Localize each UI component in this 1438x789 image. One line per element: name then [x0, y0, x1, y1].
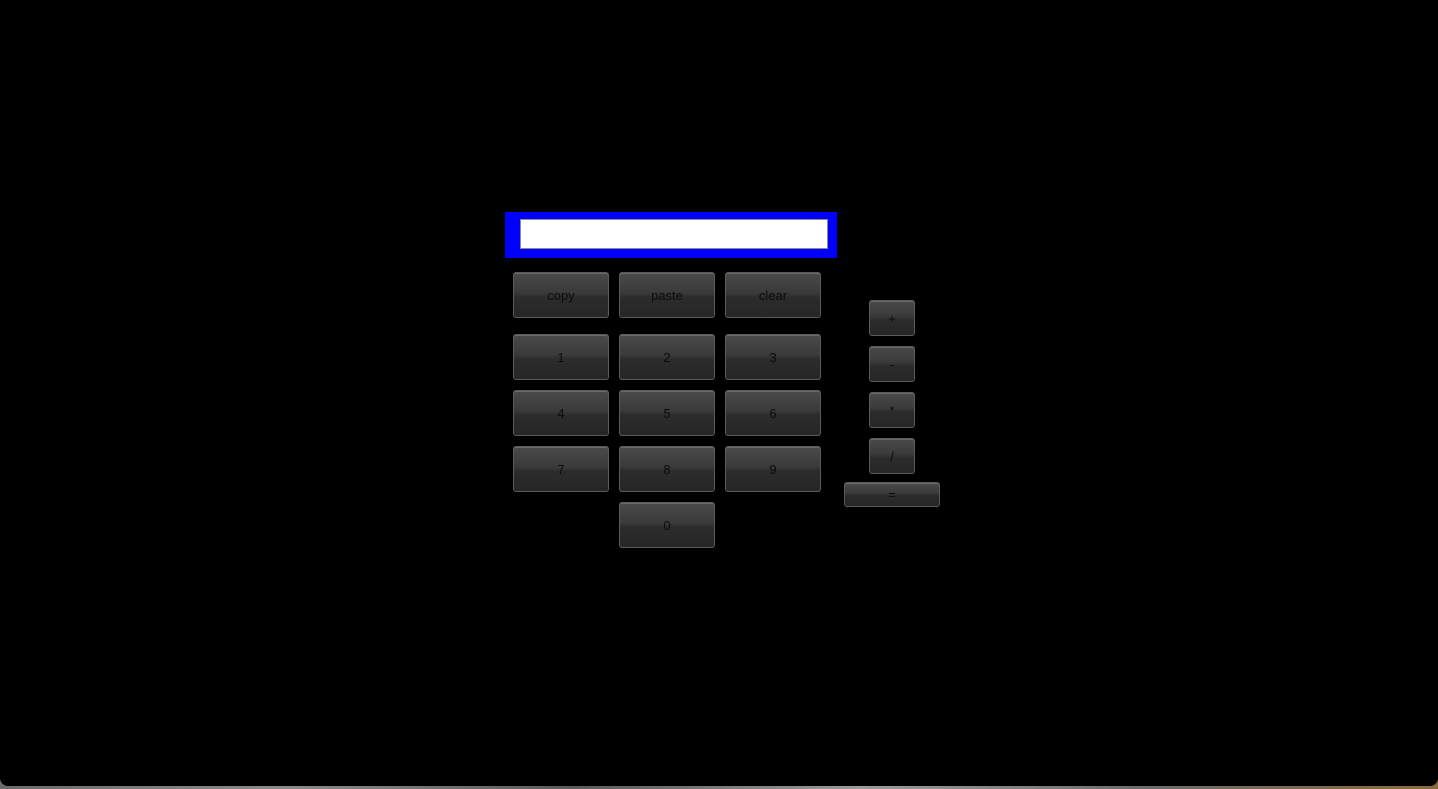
digit-6-button[interactable]: 6	[725, 390, 821, 436]
divide-button[interactable]: /	[869, 438, 915, 474]
minus-button[interactable]: -	[869, 346, 915, 382]
digit-9-button[interactable]: 9	[725, 446, 821, 492]
digit-5-button[interactable]: 5	[619, 390, 715, 436]
plus-button[interactable]: +	[869, 300, 915, 336]
paste-button[interactable]: paste	[619, 272, 715, 318]
copy-button[interactable]: copy	[513, 272, 609, 318]
digit-4-button[interactable]: 4	[513, 390, 609, 436]
clear-button[interactable]: clear	[725, 272, 821, 318]
digit-3-button[interactable]: 3	[725, 334, 821, 380]
digit-8-button[interactable]: 8	[619, 446, 715, 492]
digit-2-button[interactable]: 2	[619, 334, 715, 380]
display-frame	[505, 212, 837, 258]
equals-button[interactable]: =	[844, 482, 940, 507]
calculator-window: copy paste clear 1 2 3 4 5 6 7 8 9 0 + -…	[0, 0, 1438, 786]
digit-7-button[interactable]: 7	[513, 446, 609, 492]
multiply-button[interactable]: *	[869, 392, 915, 428]
digit-1-button[interactable]: 1	[513, 334, 609, 380]
display-field[interactable]	[520, 219, 828, 249]
digit-0-button[interactable]: 0	[619, 502, 715, 548]
